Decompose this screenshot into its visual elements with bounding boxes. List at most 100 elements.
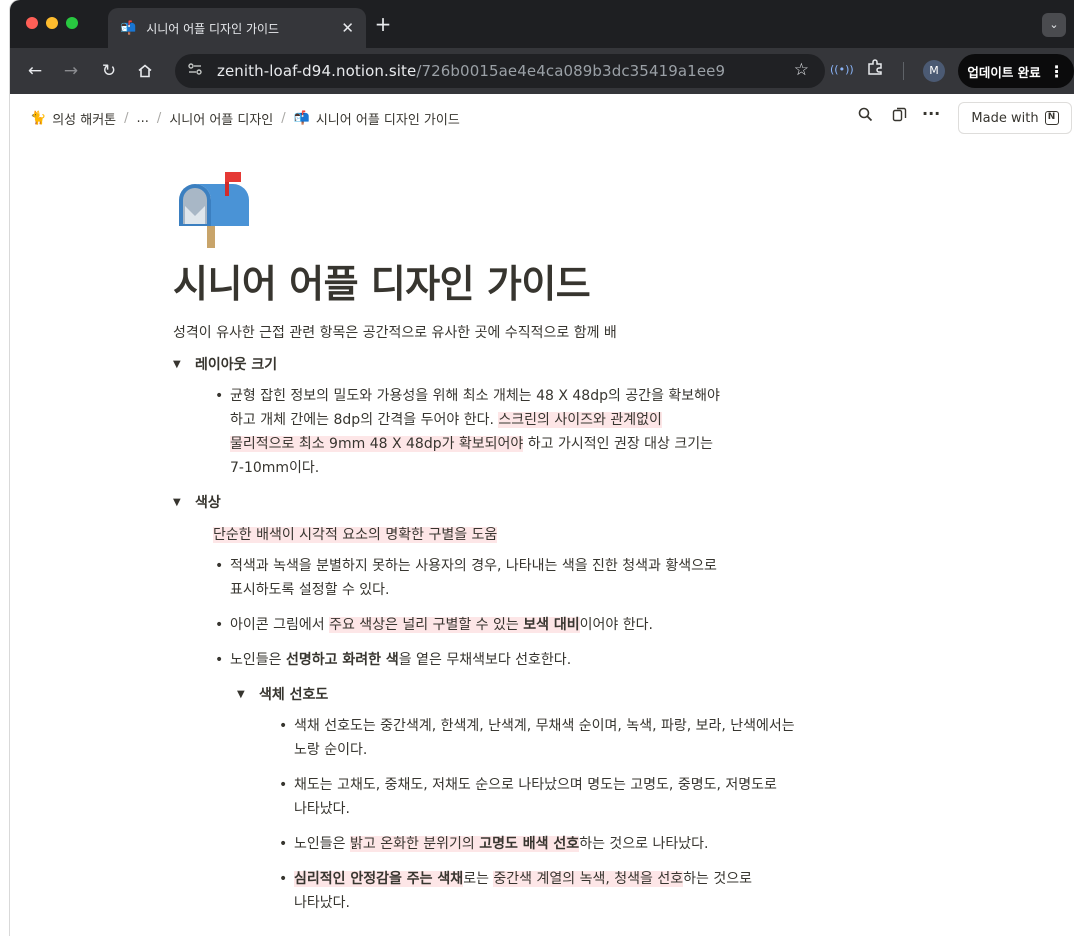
made-with-notion-button[interactable]: Made with N bbox=[958, 102, 1072, 134]
more-horizontal-icon[interactable]: ··· bbox=[922, 104, 940, 123]
list-text: 색채 선호도는 중간색계, 한색계, 난색계, 무채색 순이며, 녹색, 파랑,… bbox=[294, 717, 795, 734]
list-text: 이어야 한다. bbox=[579, 616, 653, 633]
list-item: • 채도는 고채도, 중채도, 저채도 순으로 나타났으며 명도는 고명도, 중… bbox=[279, 773, 893, 821]
list-text: 노랑 순이다. bbox=[294, 741, 368, 758]
list-item: • 노인들은 밝고 온화한 분위기의 고명도 배색 선호하는 것으로 나타났다. bbox=[279, 832, 893, 856]
tab-search-button[interactable]: ⌄ bbox=[1042, 13, 1066, 37]
extensions-puzzle-icon[interactable] bbox=[866, 58, 884, 81]
reload-button[interactable]: ↻ bbox=[96, 58, 122, 84]
list-text: 나타났다. bbox=[294, 800, 350, 817]
cat-icon: 🐈 bbox=[30, 111, 47, 126]
triangle-down-icon[interactable]: ▼ bbox=[173, 492, 195, 514]
tab-active[interactable]: 📬 시니어 어플 디자인 가이드 ✕ bbox=[108, 8, 366, 48]
breadcrumb-item-senior-app-design[interactable]: 시니어 어플 디자인 bbox=[169, 109, 273, 128]
list-text: 하고 가시적인 권장 대상 크기는 bbox=[523, 435, 714, 452]
close-window-button[interactable] bbox=[26, 17, 38, 29]
toggle-color[interactable]: ▼ 색상 bbox=[173, 492, 893, 514]
site-info-icon[interactable] bbox=[187, 62, 209, 80]
highlighted-text: 단순한 배색이 시각적 요소의 명확한 구별을 도움 bbox=[213, 526, 498, 543]
mailbox-icon: 📬 bbox=[293, 111, 310, 126]
triangle-down-icon[interactable]: ▼ bbox=[173, 354, 195, 376]
highlighted-text: 주요 색상은 널리 구별할 수 있는 bbox=[329, 616, 524, 633]
list-text: 노인들은 bbox=[230, 651, 286, 668]
list-text: 균형 잡힌 정보의 밀도와 가용성을 위해 최소 개체는 48 X 48dp의 … bbox=[230, 387, 720, 404]
highlighted-text: 중간색 계열의 녹색, 청색을 선호 bbox=[493, 870, 684, 887]
highlighted-text: 물리적으로 최소 9mm 48 X 48dp가 확보되어야 bbox=[230, 435, 524, 452]
browser-window: 📬 시니어 어플 디자인 가이드 ✕ + ⌄ ← → ↻ zenith-loaf… bbox=[10, 0, 1074, 936]
breadcrumb-label: 의성 해커톤 bbox=[52, 113, 117, 128]
toolbar-divider bbox=[903, 62, 904, 80]
back-button[interactable]: ← bbox=[22, 58, 48, 84]
home-button[interactable] bbox=[132, 58, 158, 84]
update-label: 업데이트 완료 bbox=[967, 64, 1041, 80]
highlighted-bold-text: 보색 대비 bbox=[523, 616, 580, 633]
made-with-label: Made with bbox=[971, 110, 1039, 126]
bold-text: 선명하고 화려한 색 bbox=[285, 651, 399, 668]
breadcrumb-item-ellipsis[interactable]: ... bbox=[137, 111, 149, 126]
notion-topbar: 🐈 의성 해커톤 / ... / 시니어 어플 디자인 / 📬 시니어 어플 디… bbox=[10, 94, 1074, 142]
list-text: 하고 개체 간에는 8dp의 간격을 두어야 한다. bbox=[230, 411, 499, 428]
list-text: 채도는 고채도, 중채도, 저채도 순으로 나타났으며 명도는 고명도, 중명도… bbox=[294, 776, 777, 793]
intro-text: 성격이 유사한 근접 관련 항목은 공간적으로 유사한 곳에 수직적으로 함께 … bbox=[173, 324, 617, 341]
address-bar[interactable]: zenith-loaf-d94.notion.site/726b0015ae4e… bbox=[175, 54, 825, 88]
highlighted-text: 밝고 온화한 분위기의 bbox=[349, 835, 480, 852]
toggle-color-preference[interactable]: ▼ 색체 선호도 bbox=[237, 684, 893, 706]
list-text: 로는 bbox=[463, 870, 494, 887]
list-item: • 적색과 녹색을 분별하지 못하는 사용자의 경우, 나타내는 색을 진한 청… bbox=[215, 554, 893, 602]
triangle-down-icon[interactable]: ▼ bbox=[237, 684, 259, 706]
duplicate-icon[interactable] bbox=[892, 107, 907, 126]
new-tab-button[interactable]: + bbox=[370, 12, 396, 38]
bullet-icon: • bbox=[279, 835, 288, 852]
extension-wave-icon[interactable]: ((•)) bbox=[830, 63, 854, 76]
breadcrumb-separator: / bbox=[156, 111, 162, 126]
search-icon[interactable] bbox=[858, 107, 873, 126]
list-item: • 아이콘 그림에서 주요 색상은 널리 구별할 수 있는 보색 대비이어야 한… bbox=[215, 613, 893, 637]
url-host: zenith-loaf-d94.notion.site bbox=[217, 62, 417, 80]
bullet-icon: • bbox=[215, 387, 224, 404]
breadcrumb: 🐈 의성 해커톤 / ... / 시니어 어플 디자인 / 📬 시니어 어플 디… bbox=[30, 109, 460, 128]
list-item: • 색채 선호도는 중간색계, 한색계, 난색계, 무채색 순이며, 녹색, 파… bbox=[279, 714, 893, 762]
url-path: /726b0015ae4e4ca089b3dc35419a1ee9 bbox=[416, 62, 726, 80]
list-item: • 심리적인 안정감을 주는 색채로는 중간색 계열의 녹색, 청색을 선호하는… bbox=[279, 867, 893, 915]
list-item: • 균형 잡힌 정보의 밀도와 가용성을 위해 최소 개체는 48 X 48dp… bbox=[215, 384, 893, 480]
list-text: 표시하도록 설정할 수 있다. bbox=[230, 581, 390, 598]
tab-title: 시니어 어플 디자인 가이드 bbox=[146, 21, 280, 36]
list-text: 하는 것으로 bbox=[683, 870, 752, 887]
breadcrumb-label: ... bbox=[136, 111, 149, 126]
bullet-icon: • bbox=[215, 557, 224, 574]
layout-list: • 균형 잡힌 정보의 밀도와 가용성을 위해 최소 개체는 48 X 48dp… bbox=[215, 384, 893, 480]
list-text: 노인들은 bbox=[294, 835, 350, 852]
breadcrumb-item-hackathon[interactable]: 🐈 의성 해커톤 bbox=[30, 109, 116, 128]
breadcrumb-item-current-page[interactable]: 📬 시니어 어플 디자인 가이드 bbox=[294, 109, 460, 128]
breadcrumb-label: 시니어 어플 디자인 가이드 bbox=[315, 113, 460, 128]
tab-bar: 📬 시니어 어플 디자인 가이드 ✕ + ⌄ bbox=[10, 0, 1074, 48]
mailbox-icon: 📬 bbox=[120, 20, 137, 36]
breadcrumb-label: 시니어 어플 디자인 bbox=[169, 113, 274, 128]
highlighted-bold-text: 고명도 배색 선호 bbox=[479, 835, 580, 852]
bullet-icon: • bbox=[279, 870, 288, 887]
profile-avatar[interactable]: M bbox=[923, 60, 945, 82]
preference-list: • 색채 선호도는 중간색계, 한색계, 난색계, 무채색 순이며, 녹색, 파… bbox=[279, 714, 893, 915]
notion-logo-icon: N bbox=[1044, 111, 1059, 125]
toggle-heading: 레이아웃 크기 bbox=[195, 356, 278, 373]
bullet-icon: • bbox=[279, 776, 288, 793]
bookmark-star-icon[interactable]: ☆ bbox=[794, 60, 809, 80]
list-text: 적색과 녹색을 분별하지 못하는 사용자의 경우, 나타내는 색을 진한 청색과… bbox=[230, 557, 717, 574]
mailbox-icon bbox=[173, 170, 253, 250]
toggle-heading: 색상 bbox=[195, 494, 221, 511]
list-text: 아이콘 그림에서 bbox=[230, 616, 330, 633]
toggle-layout-size[interactable]: ▼ 레이아웃 크기 bbox=[173, 354, 893, 376]
bullet-icon: • bbox=[279, 717, 288, 734]
minimize-window-button[interactable] bbox=[46, 17, 58, 29]
forward-button[interactable]: → bbox=[58, 58, 84, 84]
close-icon[interactable]: ✕ bbox=[341, 19, 354, 37]
update-button[interactable]: 업데이트 완료 ⋮ bbox=[958, 54, 1074, 88]
maximize-window-button[interactable] bbox=[66, 17, 78, 29]
breadcrumb-separator: / bbox=[124, 111, 129, 126]
bullet-icon: • bbox=[215, 651, 224, 668]
toggle-heading: 색체 선호도 bbox=[259, 686, 329, 703]
list-text: 하는 것으로 나타났다. bbox=[579, 835, 709, 852]
breadcrumb-separator: / bbox=[281, 111, 286, 126]
color-list: • 적색과 녹색을 분별하지 못하는 사용자의 경우, 나타내는 색을 진한 청… bbox=[215, 554, 893, 672]
list-text: 나타났다. bbox=[294, 894, 350, 911]
